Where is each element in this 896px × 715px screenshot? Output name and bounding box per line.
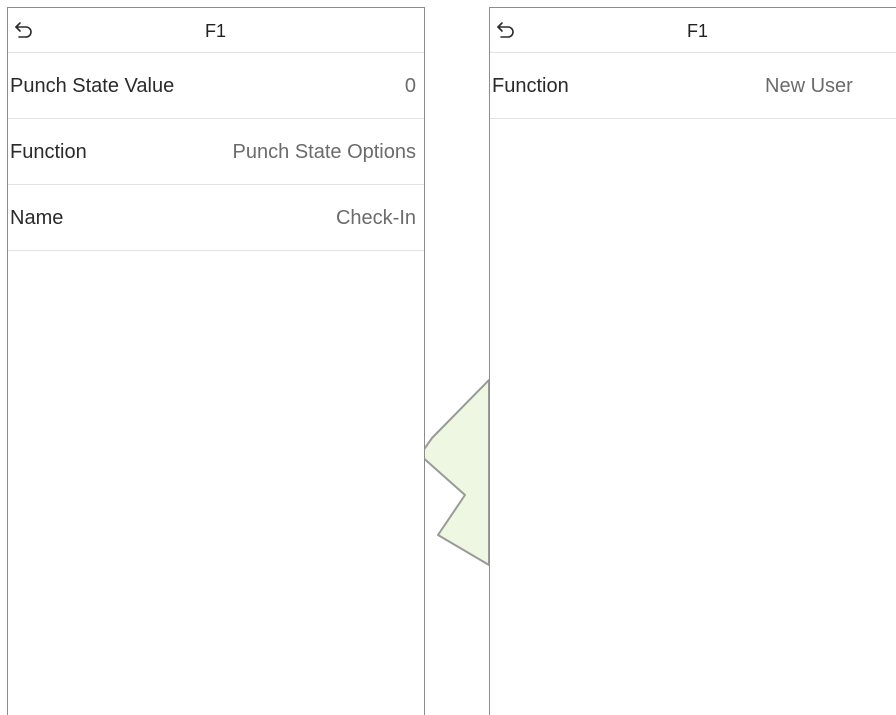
- back-icon[interactable]: [495, 20, 517, 40]
- right-screen: F1 Function New User: [489, 7, 896, 715]
- row-value: 0: [404, 75, 416, 97]
- function-row[interactable]: Function New User: [490, 53, 896, 119]
- function-row[interactable]: Function Punch State Options: [8, 119, 424, 185]
- row-value: Check-In: [335, 207, 416, 229]
- right-header: F1: [490, 8, 896, 53]
- punch-state-value-row[interactable]: Punch State Value 0: [8, 53, 424, 119]
- left-header: F1: [8, 8, 424, 53]
- name-row[interactable]: Name Check-In: [8, 185, 424, 251]
- row-label: Name: [10, 207, 64, 229]
- row-value: New User: [765, 75, 853, 97]
- left-page-title: F1: [205, 21, 227, 41]
- screenshot-stage: F1 Punch State Value 0 Function Punch St…: [0, 0, 896, 715]
- back-icon[interactable]: [13, 20, 35, 40]
- left-screen: F1 Punch State Value 0 Function Punch St…: [7, 7, 425, 715]
- row-label: Punch State Value: [10, 75, 175, 97]
- row-label: Function: [10, 141, 87, 163]
- right-page-title: F1: [687, 21, 709, 41]
- row-label: Function: [492, 75, 569, 97]
- row-value: Punch State Options: [232, 141, 416, 163]
